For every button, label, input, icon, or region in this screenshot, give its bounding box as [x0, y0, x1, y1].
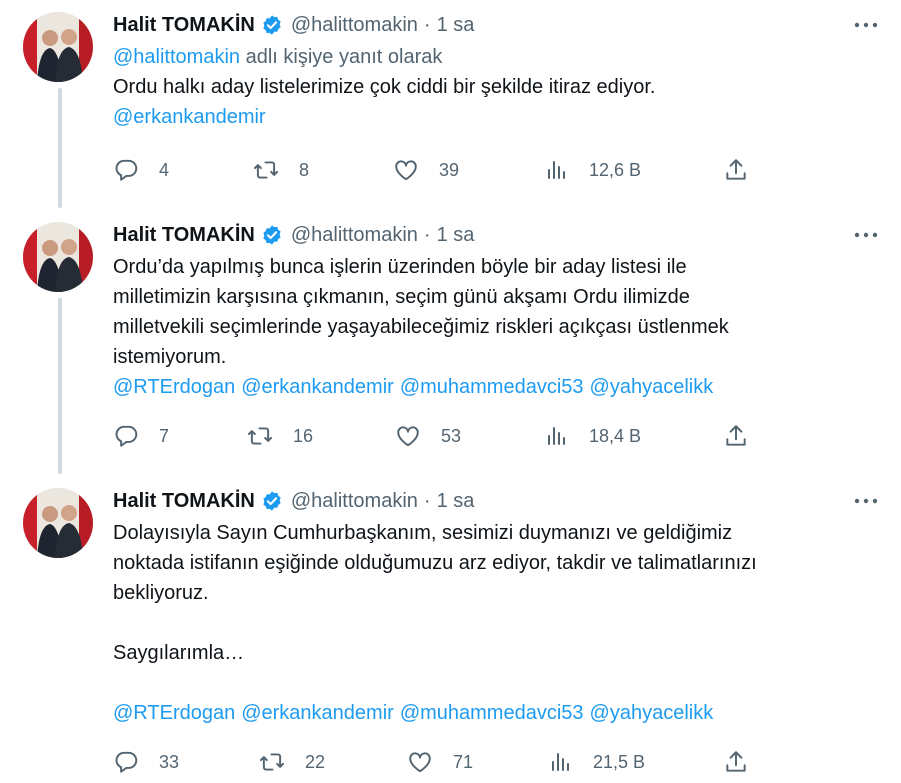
- action-bar: 4 8 39 12,6 B: [113, 155, 753, 185]
- mention-link[interactable]: @yahyacelikk: [590, 702, 714, 724]
- views-button[interactable]: 18,4 B: [545, 421, 641, 451]
- tweet[interactable]: Halit TOMAKİN @halittomakin · 1 sa Ordu’…: [0, 210, 901, 476]
- retweet-count: 16: [293, 425, 314, 446]
- separator-dot: ·: [423, 223, 431, 246]
- mention-link[interactable]: @yahyacelikk: [590, 376, 714, 398]
- tweet-mentions: @erkankandemir: [113, 102, 881, 132]
- tweet[interactable]: Halit TOMAKİN @halittomakin · 1 sa Dolay…: [0, 476, 901, 783]
- avatar[interactable]: [23, 12, 93, 82]
- mention-link[interactable]: @erkankandemir: [113, 106, 266, 128]
- retweet-icon: [253, 161, 279, 179]
- action-bar: 7 16 53 18,4 B: [113, 421, 753, 451]
- heart-icon: [409, 752, 431, 773]
- timestamp[interactable]: 1 sa: [437, 224, 475, 247]
- tweet-mentions: @RTErdogan @erkankandemir @muhammedavci53 @…: [113, 372, 881, 402]
- view-count: 12,6 B: [589, 159, 642, 180]
- views-analytics-icon: [548, 161, 565, 179]
- reply-icon: [115, 425, 138, 447]
- like-button[interactable]: 71: [407, 747, 473, 777]
- avatar-photo: [23, 488, 93, 558]
- like-button[interactable]: 39: [393, 155, 459, 185]
- retweet-button[interactable]: 16: [247, 421, 313, 451]
- mention-link[interactable]: @erkankandemir: [241, 376, 394, 398]
- retweet-icon: [259, 753, 285, 771]
- mention-link[interactable]: @RTErdogan: [113, 376, 235, 398]
- reply-button[interactable]: 7: [113, 421, 169, 451]
- reply-icon: [115, 159, 138, 181]
- retweet-button[interactable]: 8: [253, 155, 309, 185]
- mention-link[interactable]: @muhammedavci53: [400, 702, 584, 724]
- like-count: 71: [453, 751, 474, 772]
- timestamp[interactable]: 1 sa: [437, 490, 475, 513]
- reply-icon: [115, 751, 138, 773]
- avatar[interactable]: [23, 488, 93, 558]
- handle[interactable]: @halittomakin: [291, 490, 418, 513]
- display-name[interactable]: Halit TOMAKİN: [113, 490, 255, 513]
- separator-dot: ·: [423, 13, 431, 36]
- share-button[interactable]: [723, 747, 749, 777]
- tweet[interactable]: Halit TOMAKİN @halittomakin · 1 sa @hali…: [0, 0, 901, 210]
- share-icon: [726, 425, 746, 446]
- reply-count: 33: [159, 751, 180, 772]
- retweet-count: 8: [299, 159, 310, 180]
- like-button[interactable]: 53: [395, 421, 461, 451]
- tweet-mentions: @RTErdogan @erkankandemir @muhammedavci53 @…: [113, 698, 881, 728]
- tweet-text: Ordu’da yapılmış bunca işlerin üzerinden…: [113, 256, 729, 368]
- handle[interactable]: @halittomakin: [291, 224, 418, 247]
- verified-badge-icon: [261, 490, 283, 512]
- view-count: 21,5 B: [593, 751, 646, 772]
- reply-count: 7: [159, 425, 170, 446]
- mention-link[interactable]: @RTErdogan: [113, 702, 235, 724]
- heart-icon: [397, 426, 419, 447]
- reply-button[interactable]: 4: [113, 155, 169, 185]
- mention-link[interactable]: @erkankandemir: [241, 702, 394, 724]
- share-button[interactable]: [723, 155, 749, 185]
- avatar[interactable]: [23, 222, 93, 292]
- heart-icon: [395, 160, 417, 181]
- action-bar: 33 22 71 21,5 B: [113, 747, 753, 777]
- reply-count: 4: [159, 159, 170, 180]
- verified-badge-icon: [261, 224, 283, 246]
- display-name[interactable]: Halit TOMAKİN: [113, 224, 255, 247]
- tweet-text: Dolayısıyla Sayın Cumhurbaşkanım, sesimi…: [113, 522, 757, 664]
- avatar-photo: [23, 12, 93, 82]
- reply-button[interactable]: 33: [113, 747, 179, 777]
- reply-to-mention[interactable]: @halittomakin: [113, 46, 240, 68]
- reply-to-label: adlı kişiye yanıt olarak: [240, 46, 443, 68]
- share-icon: [726, 751, 746, 772]
- tweet-text: Ordu halkı aday listelerimize çok ciddi …: [113, 76, 656, 98]
- share-icon: [726, 159, 746, 180]
- verified-badge-icon: [261, 14, 283, 36]
- tweet-header: Halit TOMAKİN @halittomakin · 1 sa: [113, 12, 881, 38]
- mention-link[interactable]: @muhammedavci53: [400, 376, 584, 398]
- views-analytics-icon: [548, 427, 565, 445]
- avatar-photo: [23, 222, 93, 292]
- views-button[interactable]: 12,6 B: [545, 155, 641, 185]
- views-button[interactable]: 21,5 B: [549, 747, 645, 777]
- handle[interactable]: @halittomakin: [291, 14, 418, 37]
- share-button[interactable]: [723, 421, 749, 451]
- timestamp[interactable]: 1 sa: [437, 14, 475, 37]
- retweet-icon: [247, 427, 273, 445]
- views-analytics-icon: [552, 753, 569, 771]
- retweet-button[interactable]: 22: [259, 747, 325, 777]
- view-count: 18,4 B: [589, 425, 642, 446]
- more-horizontal-icon[interactable]: [851, 12, 881, 38]
- tweet-header: Halit TOMAKİN @halittomakin · 1 sa: [113, 488, 881, 514]
- tweet-header: Halit TOMAKİN @halittomakin · 1 sa: [113, 222, 881, 248]
- reply-context: @halittomakin adlı kişiye yanıt olarak: [113, 42, 881, 72]
- more-horizontal-icon[interactable]: [851, 222, 881, 248]
- more-horizontal-icon[interactable]: [851, 488, 881, 514]
- like-count: 39: [439, 159, 460, 180]
- retweet-count: 22: [305, 751, 326, 772]
- separator-dot: ·: [423, 489, 431, 512]
- display-name[interactable]: Halit TOMAKİN: [113, 14, 255, 37]
- like-count: 53: [441, 425, 462, 446]
